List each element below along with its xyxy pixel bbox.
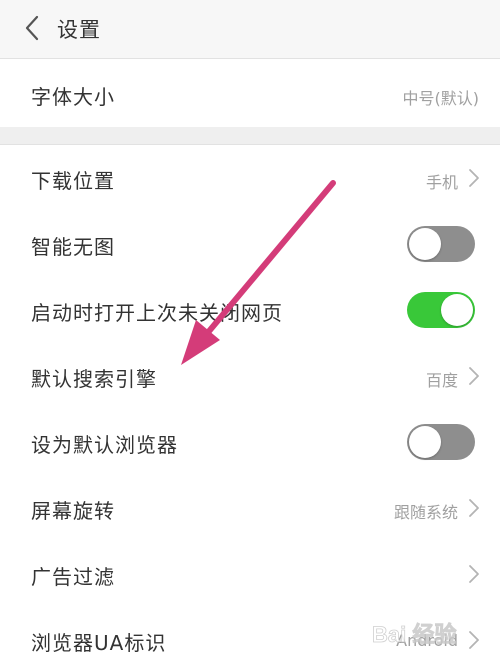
setting-row-smart-no-image: 智能无图: [0, 211, 500, 278]
section-divider: [0, 127, 500, 145]
setting-label-smart-no-image: 智能无图: [31, 235, 115, 259]
setting-label-download-location: 下载位置: [31, 169, 115, 193]
setting-value-default-search-engine: 百度: [425, 371, 458, 390]
page-title: 设置: [57, 18, 101, 42]
setting-row-set-default-browser: 设为默认浏览器: [0, 409, 500, 476]
settings-screen: 设置 字体大小 中号(默认) 下载位置 手机 智能无图 启动时打开上次未关闭网页…: [0, 0, 500, 665]
setting-label-browser-ua: 浏览器UA标识: [31, 631, 167, 655]
setting-value-download-location: 手机: [425, 173, 458, 192]
setting-label-ad-filter: 广告过滤: [31, 565, 115, 589]
back-arrow-icon[interactable]: [22, 14, 42, 42]
setting-label-screen-rotation: 屏幕旋转: [31, 499, 115, 523]
setting-row-ad-filter[interactable]: 广告过滤: [0, 541, 500, 608]
setting-value-font-size: 中号(默认): [402, 89, 480, 108]
setting-row-font-size[interactable]: 字体大小 中号(默认): [0, 61, 500, 128]
setting-row-default-search-engine[interactable]: 默认搜索引擎 百度: [0, 343, 500, 410]
chevron-right-icon: [469, 565, 479, 583]
setting-label-default-search-engine: 默认搜索引擎: [31, 367, 157, 391]
setting-row-screen-rotation[interactable]: 屏幕旋转 跟随系统: [0, 475, 500, 542]
setting-row-download-location[interactable]: 下载位置 手机: [0, 145, 500, 212]
chevron-right-icon: [469, 367, 479, 385]
setting-label-set-default-browser: 设为默认浏览器: [31, 433, 178, 457]
chevron-right-icon: [469, 169, 479, 187]
header-bar: 设置: [0, 0, 500, 59]
toggle-knob: [409, 228, 441, 260]
set-default-browser-toggle[interactable]: [407, 424, 475, 460]
setting-row-restore-last-pages: 启动时打开上次未关闭网页: [0, 277, 500, 344]
smart-no-image-toggle[interactable]: [407, 226, 475, 262]
setting-label-restore-last-pages: 启动时打开上次未关闭网页: [31, 301, 283, 325]
restore-last-pages-toggle[interactable]: [407, 292, 475, 328]
toggle-knob: [441, 294, 473, 326]
toggle-knob: [409, 426, 441, 458]
setting-row-browser-ua[interactable]: 浏览器UA标识 Android: [0, 607, 500, 665]
chevron-right-icon: [469, 499, 479, 517]
setting-value-screen-rotation: 跟随系统: [393, 503, 458, 522]
setting-value-browser-ua: Android: [396, 631, 458, 650]
chevron-right-icon: [469, 631, 479, 649]
setting-label-font-size: 字体大小: [31, 85, 115, 109]
